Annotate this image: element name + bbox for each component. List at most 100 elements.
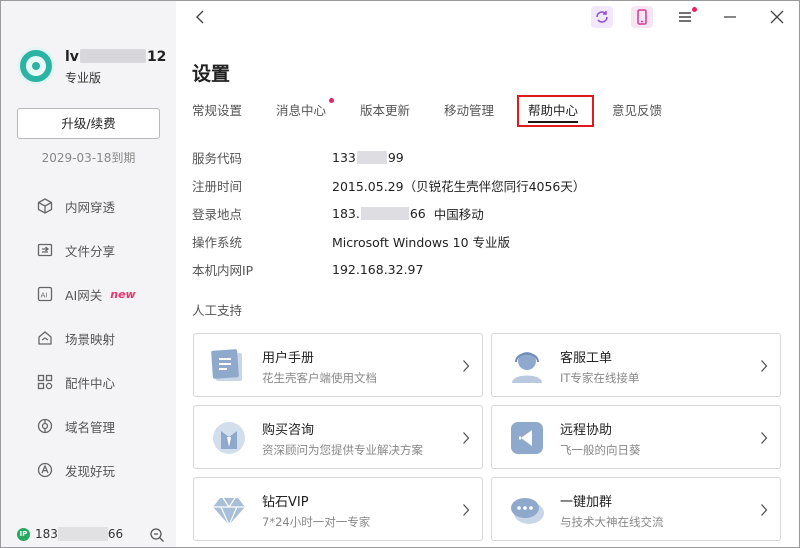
ip-badge-icon: IP <box>17 527 30 541</box>
sidebar-item-label: 配件中心 <box>65 375 116 391</box>
chevron-right-icon <box>463 504 470 516</box>
card-title: 客服工单 <box>560 351 613 366</box>
mobile-button[interactable] <box>631 6 653 28</box>
redacted-mask <box>57 527 108 541</box>
card-title: 用户手册 <box>262 351 315 366</box>
card-title: 一键加群 <box>560 495 613 510</box>
ip-prefix: 183 <box>35 527 58 541</box>
card-join-group[interactable]: 一键加群 与技术大神在线交流 <box>491 477 781 541</box>
info-label: 操作系统 <box>192 234 243 250</box>
section-title: 人工支持 <box>192 303 243 318</box>
chevron-right-icon <box>463 360 470 372</box>
redacted-mask <box>356 150 387 164</box>
sidebar-item-label: 发现好玩 <box>65 463 116 479</box>
sidebar-item-intranet[interactable]: 内网穿透 <box>1 184 176 228</box>
card-remote-assist[interactable]: 远程协助 飞一般的向日葵 <box>491 405 781 469</box>
minimize-icon <box>724 16 736 18</box>
register-time: 2015.05.29（贝锐花生壳伴您同行4056天） <box>332 178 586 194</box>
ai-icon: AI <box>37 286 53 302</box>
sidebar: lv 12 专业版 升级/续费 2029-03-18到期 内网穿透 文件分享 AI… <box>1 1 176 547</box>
new-badge: new <box>110 287 136 301</box>
login-location: 183. 66 中国移动 <box>332 205 484 222</box>
consultant-icon <box>213 422 245 454</box>
notification-dot <box>329 98 335 103</box>
sidebar-item-domain[interactable]: 域名管理 <box>1 404 176 448</box>
back-arrow-icon[interactable] <box>193 8 207 26</box>
chevron-right-icon <box>761 504 768 516</box>
close-icon <box>770 10 784 24</box>
sidebar-item-label: 内网穿透 <box>65 199 116 215</box>
info-row: 登录地点 183. 66 中国移动 <box>192 199 585 227</box>
zoom-icon[interactable] <box>149 527 165 543</box>
phone-icon <box>637 9 647 25</box>
close-button[interactable] <box>766 6 788 28</box>
remote-assist-icon <box>511 422 543 454</box>
scene-icon <box>38 331 52 345</box>
redacted-mask <box>360 206 409 220</box>
card-desc: 与技术大神在线交流 <box>560 515 664 529</box>
diamond-icon <box>213 497 245 527</box>
upgrade-button[interactable]: 升级/续费 <box>17 108 160 139</box>
file-share-icon <box>37 243 53 257</box>
tab-general[interactable]: 常规设置 <box>192 100 242 119</box>
domain-icon <box>37 418 53 434</box>
redacted-mask <box>79 49 146 63</box>
chevron-right-icon <box>463 432 470 444</box>
avatar[interactable] <box>17 47 55 85</box>
card-desc: 飞一般的向日葵 <box>560 443 641 457</box>
manual-icon <box>211 349 242 381</box>
sidebar-item-file-share[interactable]: 文件分享 <box>1 228 176 272</box>
tab-version[interactable]: 版本更新 <box>360 100 410 119</box>
notification-dot <box>692 7 697 12</box>
tab-messages[interactable]: 消息中心 <box>276 98 335 119</box>
chevron-right-icon <box>761 360 768 372</box>
highlight-annotation <box>517 95 594 127</box>
support-agent-icon <box>512 352 542 383</box>
info-label: 登录地点 <box>192 206 243 222</box>
page-title: 设置 <box>192 63 231 85</box>
os-value: Microsoft Windows 10 专业版 <box>332 234 511 250</box>
info-label: 服务代码 <box>192 150 243 166</box>
tab-feedback[interactable]: 意见反馈 <box>612 100 662 119</box>
card-title: 购买咨询 <box>262 423 315 438</box>
sidebar-item-discover[interactable]: 发现好玩 <box>1 448 176 492</box>
sidebar-item-scene-mapping[interactable]: 场景映射 <box>1 316 176 360</box>
ip-suffix: 66 <box>107 527 124 541</box>
info-row: 本机内网IP 192.168.32.97 <box>192 255 585 283</box>
card-user-manual[interactable]: 用户手册 花生壳客户端使用文档 <box>193 333 483 397</box>
expire-date: 2029-03-18到期 <box>41 151 136 165</box>
card-title: 钻石VIP <box>262 495 309 510</box>
discover-icon <box>37 462 53 478</box>
card-purchase-consult[interactable]: 购买咨询 资深顾问为您提供专业解决方案 <box>193 405 483 469</box>
tab-mobile[interactable]: 移动管理 <box>444 100 494 119</box>
card-desc: 7*24小时一对一专家 <box>262 515 371 529</box>
local-ip: 192.168.32.97 <box>332 261 424 277</box>
info-row: 操作系统 Microsoft Windows 10 专业版 <box>192 227 585 255</box>
user-level: 专业版 <box>65 71 102 85</box>
card-desc: 资深顾问为您提供专业解决方案 <box>262 443 423 457</box>
card-desc: 花生壳客户端使用文档 <box>262 371 377 385</box>
user-name: lv 12 <box>65 49 167 65</box>
sidebar-item-ai-gateway[interactable]: AI AI网关 new <box>1 272 176 316</box>
minimize-button[interactable] <box>719 6 741 28</box>
svg-text:AI: AI <box>41 292 48 300</box>
sync-button[interactable] <box>591 6 613 28</box>
info-row: 服务代码 133 99 <box>192 143 585 171</box>
menu-button[interactable] <box>674 6 697 28</box>
sidebar-item-label: 域名管理 <box>65 419 116 435</box>
sidebar-item-label: AI网关 <box>65 287 103 303</box>
card-support-ticket[interactable]: 客服工单 IT专家在线接单 <box>491 333 781 397</box>
chevron-right-icon <box>761 432 768 444</box>
card-title: 远程协助 <box>560 423 613 438</box>
account-info: 服务代码 133 99 注册时间 2015.05.29（贝锐花生壳伴您同行4056… <box>192 143 585 283</box>
sidebar-item-accessories[interactable]: 配件中心 <box>1 360 176 404</box>
tab-label: 消息中心 <box>276 103 327 118</box>
card-diamond-vip[interactable]: 钻石VIP 7*24小时一对一专家 <box>193 477 483 541</box>
info-row: 注册时间 2015.05.29（贝锐花生壳伴您同行4056天） <box>192 171 585 199</box>
chat-group-icon <box>511 498 544 524</box>
info-label: 本机内网IP <box>192 262 254 278</box>
info-label: 注册时间 <box>192 178 243 194</box>
ip-status: IP 183 66 <box>17 527 123 541</box>
sidebar-nav: 内网穿透 文件分享 AI AI网关 new 场景映射 配件中心 域名管理 发现好… <box>1 184 176 492</box>
sidebar-item-label: 场景映射 <box>65 331 116 347</box>
